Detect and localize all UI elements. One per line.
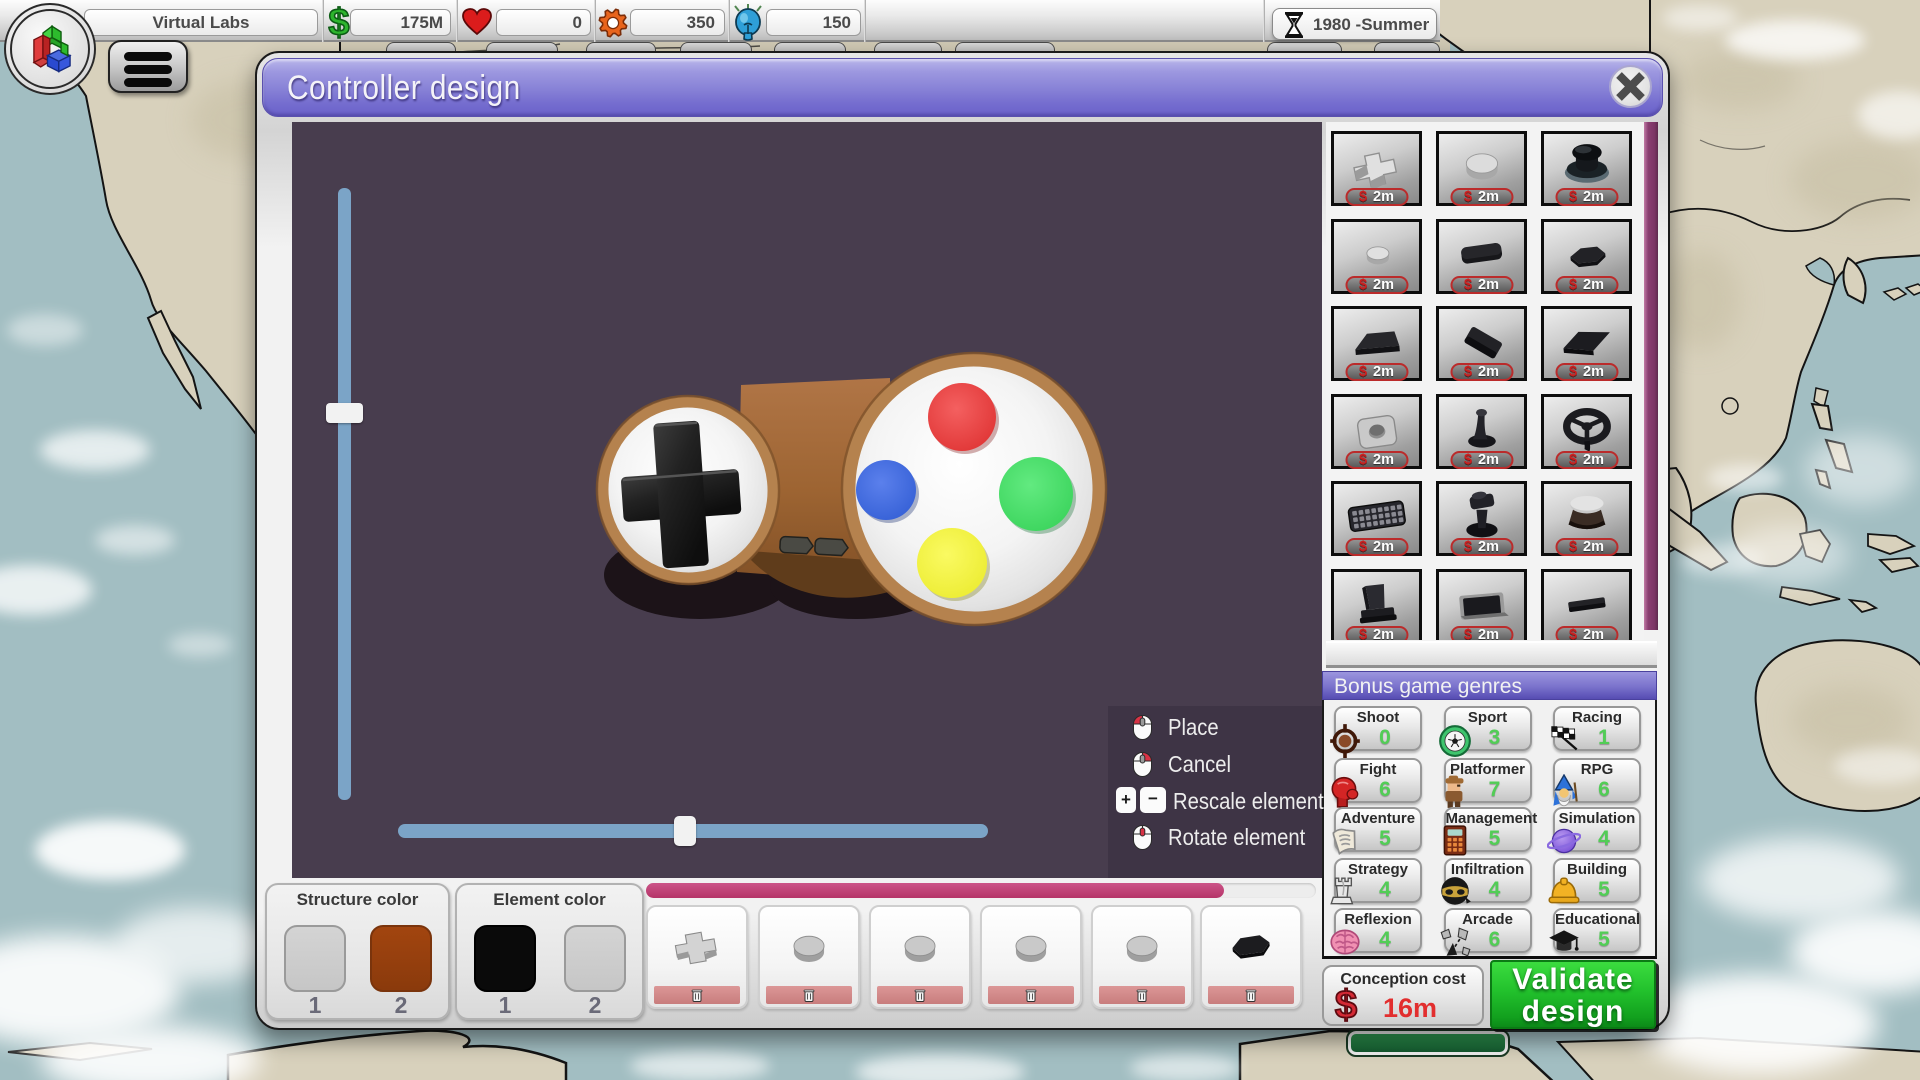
svg-text:$: $ <box>328 2 349 43</box>
